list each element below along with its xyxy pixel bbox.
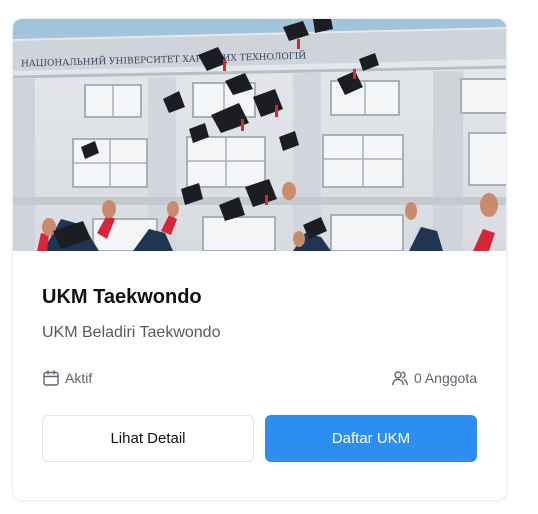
ukm-cover-image: НАЦІОНАЛЬНИЙ УНІВЕРСИТЕТ ХАРЧОВИХ ТЕХНОЛ… <box>13 19 506 251</box>
calendar-icon <box>42 369 60 387</box>
status-label: Aktif <box>65 370 93 386</box>
member-count: 0 Anggota <box>391 369 477 387</box>
ukm-meta: Aktif 0 Anggota <box>42 369 477 387</box>
view-detail-button[interactable]: Lihat Detail <box>42 415 254 462</box>
ukm-title: UKM Taekwondo <box>42 286 202 308</box>
join-ukm-button[interactable]: Daftar UKM <box>265 415 477 462</box>
member-count-label: 0 Anggota <box>413 370 477 386</box>
users-icon <box>391 369 409 387</box>
ukm-description: UKM Beladiri Taekwondo <box>42 324 221 341</box>
card-actions: Lihat Detail Daftar UKM <box>42 415 477 462</box>
ukm-card: НАЦІОНАЛЬНИЙ УНІВЕРСИТЕТ ХАРЧОВИХ ТЕХНОЛ… <box>12 18 507 501</box>
status-indicator: Aktif <box>42 369 92 387</box>
